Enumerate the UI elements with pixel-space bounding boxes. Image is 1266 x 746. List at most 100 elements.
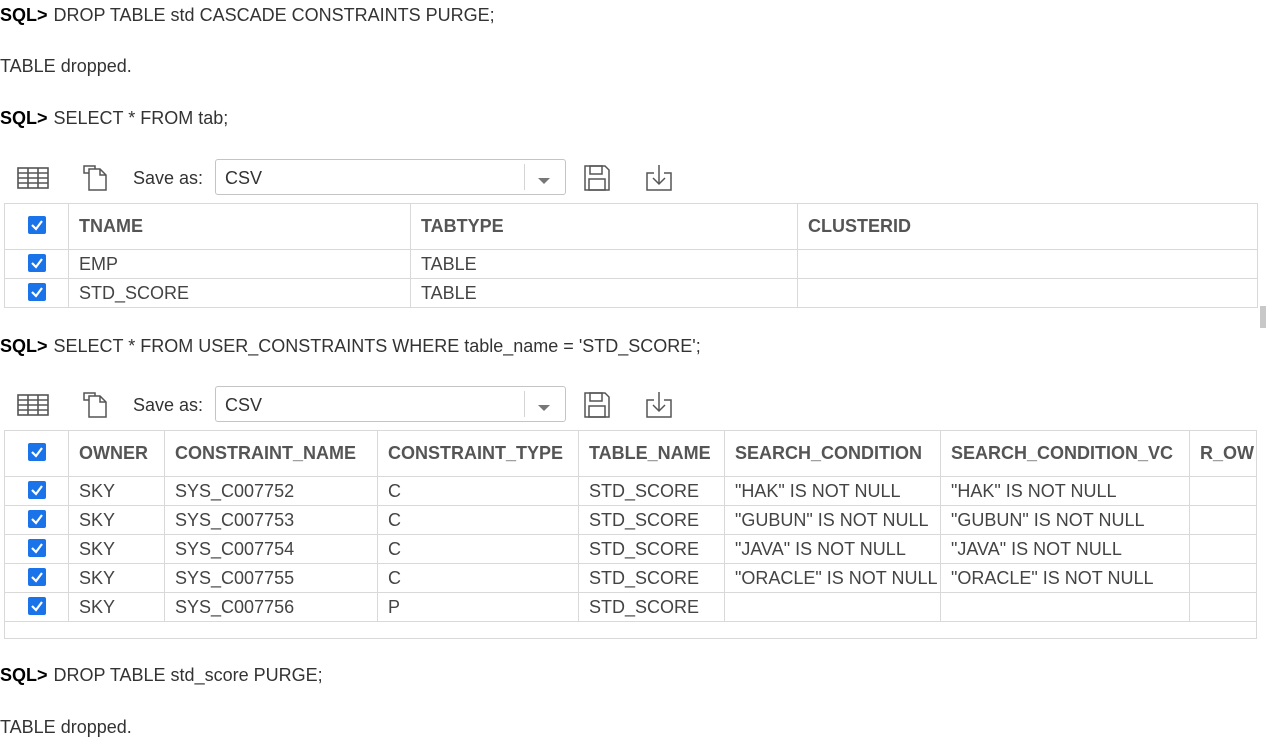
sql-output: TABLE dropped. [0, 717, 132, 737]
table-cell: "JAVA" IS NOT NULL [724, 534, 941, 564]
table-row[interactable]: SKY SYS_C007753 C STD_SCORE "GUBUN" IS N… [5, 505, 1256, 535]
sql-command: SELECT * FROM tab; [53, 108, 229, 128]
column-header[interactable]: TABTYPE [410, 203, 798, 250]
table-cell [1189, 534, 1256, 564]
select-all-cell[interactable] [4, 203, 69, 250]
table-cell: STD_SCORE [578, 563, 725, 593]
table-cell: SKY [68, 592, 165, 622]
save-as-label: Save as: [133, 395, 204, 415]
grid-view-icon[interactable] [14, 385, 52, 425]
chevron-down-icon[interactable] [537, 397, 551, 418]
table-cell: SYS_C007756 [164, 592, 378, 622]
save-as-label: Save as: [133, 168, 204, 188]
table-cell: "GUBUN" IS NOT NULL [940, 505, 1190, 535]
row-select-cell[interactable] [5, 534, 69, 564]
column-header[interactable]: CONSTRAINT_NAME [164, 431, 378, 477]
result-table-2-viewport[interactable]: OWNER CONSTRAINT_NAME CONSTRAINT_TYPE TA… [4, 430, 1257, 639]
table-cell: "HAK" IS NOT NULL [724, 476, 941, 506]
save-icon[interactable] [580, 158, 614, 198]
row-checkbox[interactable] [27, 282, 46, 301]
table-cell: SYS_C007753 [164, 505, 378, 535]
select-all-checkbox[interactable] [27, 216, 46, 235]
result-table-2: OWNER CONSTRAINT_NAME CONSTRAINT_TYPE TA… [5, 431, 1256, 622]
row-select-cell[interactable] [5, 592, 69, 622]
table-row[interactable]: SKY SYS_C007754 C STD_SCORE "JAVA" IS NO… [5, 534, 1256, 564]
table-cell: TABLE [410, 249, 798, 279]
table-row[interactable]: SKY SYS_C007752 C STD_SCORE "HAK" IS NOT… [5, 476, 1256, 506]
row-checkbox[interactable] [27, 596, 46, 615]
column-header[interactable]: TABLE_NAME [578, 431, 725, 477]
copy-icon[interactable] [78, 158, 112, 198]
table-cell [724, 592, 941, 622]
sql-prompt: SQL> [0, 5, 48, 25]
row-select-cell[interactable] [5, 505, 69, 535]
table-row[interactable]: SKY SYS_C007756 P STD_SCORE [5, 592, 1256, 622]
select-all-checkbox[interactable] [27, 443, 46, 462]
table-cell: STD_SCORE [578, 505, 725, 535]
table-cell: C [377, 505, 579, 535]
table-cell: C [377, 563, 579, 593]
select-divider [524, 164, 525, 190]
chevron-down-icon[interactable] [537, 170, 551, 191]
table-cell [797, 278, 1258, 308]
column-header[interactable]: SEARCH_CONDITION [724, 431, 941, 477]
column-header[interactable]: CLUSTERID [797, 203, 1258, 250]
row-select-cell[interactable] [5, 476, 69, 506]
download-icon[interactable] [642, 385, 676, 425]
save-format-select[interactable]: CSV [215, 159, 566, 195]
console-line-5: SQL> DROP TABLE std_score PURGE; [0, 663, 323, 687]
console-line-6: TABLE dropped. [0, 715, 132, 739]
scrollbar-thumb[interactable] [1260, 306, 1266, 328]
row-checkbox[interactable] [27, 567, 46, 586]
table-cell: C [377, 476, 579, 506]
sql-prompt: SQL> [0, 108, 48, 128]
row-checkbox[interactable] [27, 538, 46, 557]
row-select-cell[interactable] [4, 278, 69, 308]
table-cell: "JAVA" IS NOT NULL [940, 534, 1190, 564]
copy-icon[interactable] [78, 385, 112, 425]
table-cell [1189, 592, 1256, 622]
table-cell: STD_SCORE [578, 476, 725, 506]
column-header[interactable]: SEARCH_CONDITION_VC [940, 431, 1190, 477]
row-select-cell[interactable] [5, 563, 69, 593]
table-cell: "GUBUN" IS NOT NULL [724, 505, 941, 535]
table-row[interactable]: EMP TABLE [4, 249, 1258, 279]
table-cell: "ORACLE" IS NOT NULL [724, 563, 941, 593]
column-header[interactable]: CONSTRAINT_TYPE [377, 431, 579, 477]
table-cell: TABLE [410, 278, 798, 308]
console-line-3: SQL> SELECT * FROM tab; [0, 106, 228, 130]
select-all-cell[interactable] [5, 431, 69, 477]
table-cell [940, 592, 1190, 622]
row-checkbox[interactable] [27, 253, 46, 272]
table-header-row: OWNER CONSTRAINT_NAME CONSTRAINT_TYPE TA… [5, 431, 1256, 477]
table-cell: P [377, 592, 579, 622]
row-checkbox[interactable] [27, 509, 46, 528]
table-row[interactable]: SKY SYS_C007755 C STD_SCORE "ORACLE" IS … [5, 563, 1256, 593]
table-cell: STD_SCORE [578, 592, 725, 622]
grid-view-icon[interactable] [14, 158, 52, 198]
save-icon[interactable] [580, 385, 614, 425]
select-divider [524, 391, 525, 417]
table-cell: "HAK" IS NOT NULL [940, 476, 1190, 506]
row-select-cell[interactable] [4, 249, 69, 279]
result-toolbar-2: Save as: CSV [0, 385, 700, 425]
table-cell: SKY [68, 505, 165, 535]
table-cell: SKY [68, 534, 165, 564]
sql-command: DROP TABLE std_score PURGE; [53, 665, 323, 685]
column-header[interactable]: OWNER [68, 431, 165, 477]
save-format-value: CSV [225, 168, 263, 188]
download-icon[interactable] [642, 158, 676, 198]
table-cell: C [377, 534, 579, 564]
row-checkbox[interactable] [27, 480, 46, 499]
table-header-row: TNAME TABTYPE CLUSTERID [4, 203, 1258, 250]
table-cell: SYS_C007754 [164, 534, 378, 564]
table-cell: SKY [68, 476, 165, 506]
column-header[interactable]: R_OW [1189, 431, 1256, 477]
table-cell: EMP [68, 249, 411, 279]
table-row[interactable]: STD_SCORE TABLE [4, 278, 1258, 308]
table-cell [1189, 476, 1256, 506]
save-format-select[interactable]: CSV [215, 386, 566, 422]
sql-command: SELECT * FROM USER_CONSTRAINTS WHERE tab… [53, 336, 701, 356]
column-header[interactable]: TNAME [68, 203, 411, 250]
table-cell: SYS_C007755 [164, 563, 378, 593]
